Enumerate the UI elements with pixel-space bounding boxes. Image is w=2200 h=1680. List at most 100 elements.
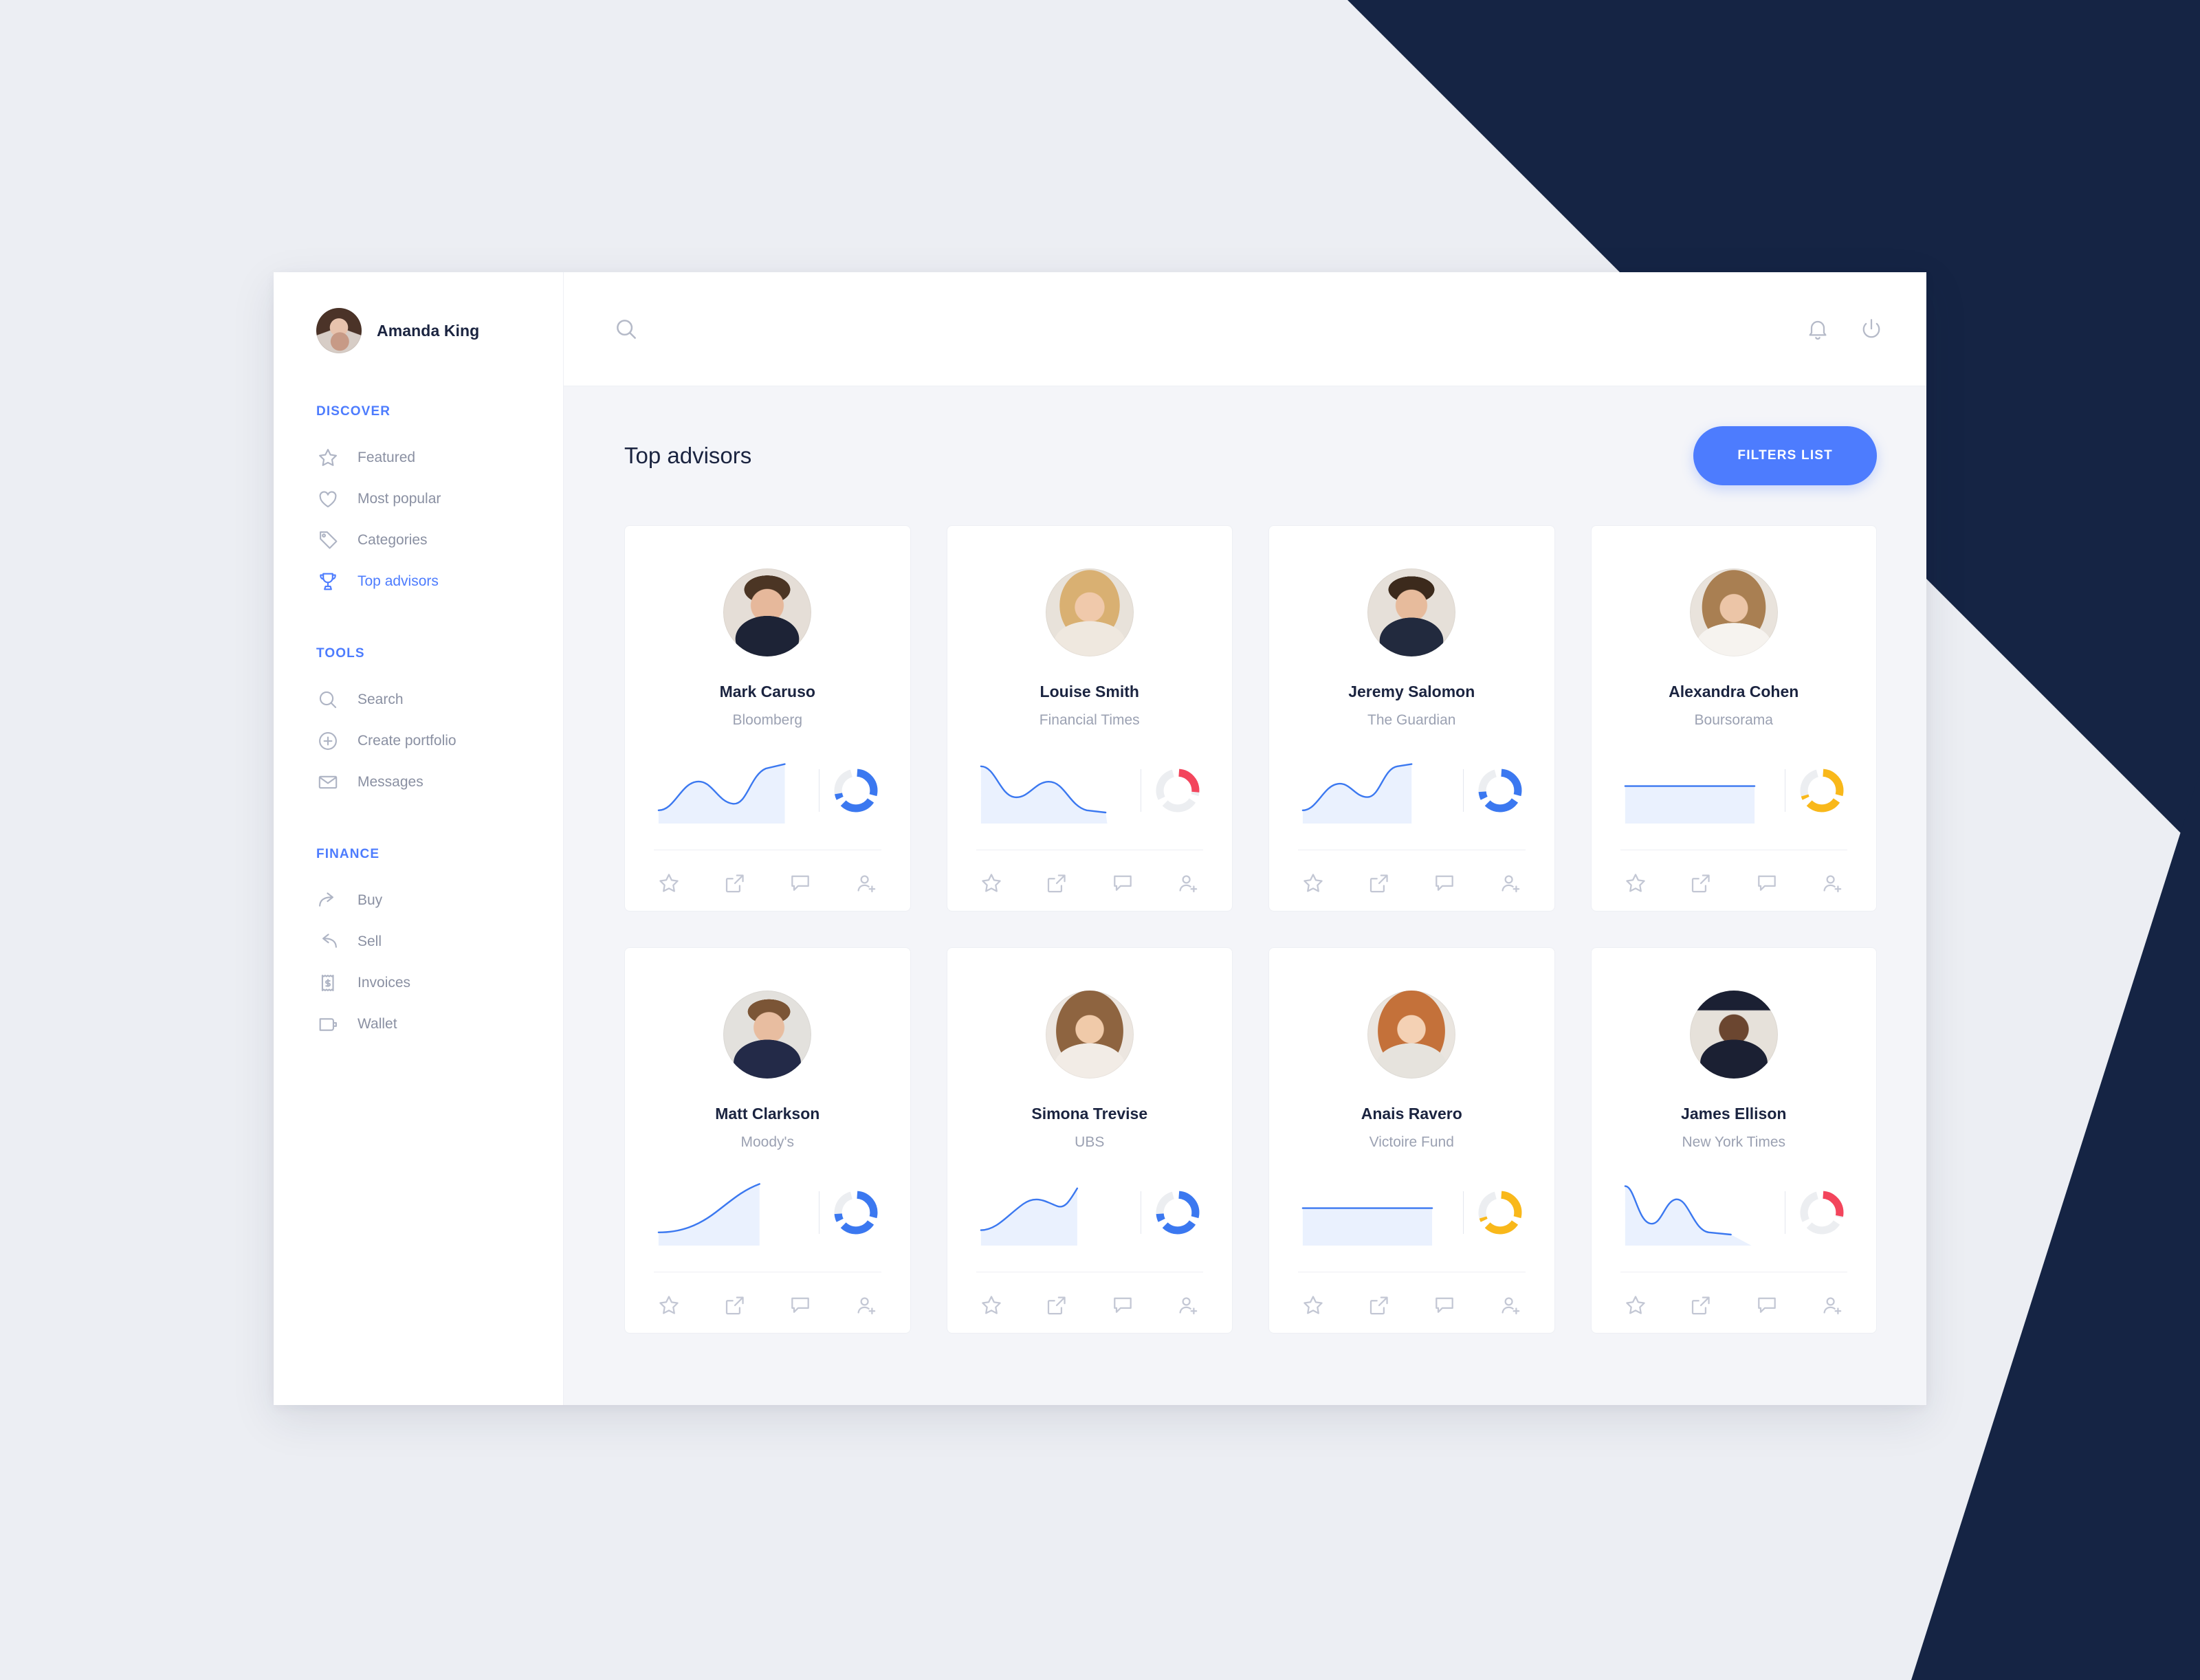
advisor-avatar — [723, 568, 812, 656]
comment-icon[interactable] — [788, 871, 813, 896]
main-area: Top advisors FILTERS LIST Mark Caruso Blo… — [564, 272, 1926, 1405]
add-person-icon[interactable] — [1820, 871, 1845, 896]
sidebar-group-tools: TOOLS Search Create portfolio Messages — [274, 646, 563, 803]
sidebar-item-label: Create portfolio — [358, 733, 456, 749]
sidebar-item-label: Top advisors — [358, 573, 439, 589]
star-icon[interactable] — [979, 871, 1004, 896]
comment-icon[interactable] — [1432, 871, 1457, 896]
advisor-avatar — [723, 991, 812, 1079]
comment-icon[interactable] — [1754, 1293, 1779, 1318]
advisor-name: Louise Smith — [1040, 683, 1139, 700]
advisor-metrics — [654, 758, 881, 824]
comment-icon[interactable] — [1754, 871, 1779, 896]
external-link-icon[interactable] — [1367, 1293, 1392, 1318]
advisor-card[interactable]: Mark Caruso Bloomberg — [624, 525, 911, 911]
sidebar-item-create-portfolio[interactable]: Create portfolio — [274, 720, 563, 762]
card-actions — [1620, 1272, 1848, 1318]
advisor-avatar — [1689, 991, 1778, 1079]
external-link-icon[interactable] — [1688, 1293, 1713, 1318]
sidebar-item-messages[interactable]: Messages — [274, 762, 563, 803]
topbar — [564, 272, 1926, 386]
comment-icon[interactable] — [1110, 871, 1135, 896]
advisor-card[interactable]: Anais Ravero Victoire Fund — [1268, 947, 1555, 1334]
donut-chart — [1475, 765, 1526, 816]
sidebar-profile[interactable]: Amanda King — [274, 308, 563, 353]
external-link-icon[interactable] — [723, 871, 747, 896]
content: Top advisors FILTERS LIST Mark Caruso Blo… — [564, 386, 1926, 1405]
sidebar-item-label: Messages — [358, 774, 424, 790]
advisor-card[interactable]: Louise Smith Financial Times — [946, 525, 1233, 911]
advisor-avatar — [1045, 991, 1134, 1079]
filters-list-button[interactable]: FILTERS LIST — [1693, 426, 1877, 485]
star-icon[interactable] — [657, 1293, 681, 1318]
advisor-name: Alexandra Cohen — [1669, 683, 1799, 700]
star-icon[interactable] — [1301, 1293, 1326, 1318]
add-person-icon[interactable] — [1498, 1293, 1523, 1318]
star-icon[interactable] — [1623, 871, 1648, 896]
advisor-card[interactable]: James Ellison New York Times — [1590, 947, 1877, 1334]
add-person-icon[interactable] — [854, 1293, 879, 1318]
comment-icon[interactable] — [788, 1293, 813, 1318]
sidebar-item-search[interactable]: Search — [274, 679, 563, 720]
star-icon[interactable] — [657, 871, 681, 896]
star-icon[interactable] — [979, 1293, 1004, 1318]
advisor-card[interactable]: Alexandra Cohen Boursorama — [1590, 525, 1877, 911]
advisor-organization: Victoire Fund — [1369, 1134, 1454, 1150]
add-person-icon[interactable] — [1176, 1293, 1200, 1318]
advisor-organization: UBS — [1075, 1134, 1105, 1150]
sidebar-item-featured[interactable]: Featured — [274, 437, 563, 478]
sidebar-group-finance: FINANCE Buy Sell Invoices Wallet — [274, 847, 563, 1045]
star-icon[interactable] — [1623, 1293, 1648, 1318]
advisor-name: Matt Clarkson — [715, 1105, 820, 1123]
sidebar-item-top-advisors[interactable]: Top advisors — [274, 561, 563, 602]
advisor-name: Anais Ravero — [1361, 1105, 1462, 1123]
advisor-organization: Moody's — [740, 1134, 795, 1150]
sidebar-item-wallet[interactable]: Wallet — [274, 1004, 563, 1045]
sidebar-item-buy[interactable]: Buy — [274, 880, 563, 921]
advisor-card[interactable]: Jeremy Salomon The Guardian — [1268, 525, 1555, 911]
external-link-icon[interactable] — [723, 1293, 747, 1318]
sidebar-group-title: FINANCE — [316, 847, 380, 861]
arrow-back-icon — [316, 930, 340, 953]
heart-icon — [316, 487, 340, 511]
add-person-icon[interactable] — [854, 871, 879, 896]
sidebar-item-categories[interactable]: Categories — [274, 520, 563, 561]
sidebar-item-label: Most popular — [358, 491, 441, 507]
sidebar-item-sell[interactable]: Sell — [274, 921, 563, 962]
external-link-icon[interactable] — [1044, 871, 1069, 896]
plus-circle-icon — [316, 729, 340, 753]
advisor-organization: Financial Times — [1039, 712, 1140, 728]
sidebar-group-title: TOOLS — [316, 646, 365, 661]
sidebar-item-most-popular[interactable]: Most popular — [274, 478, 563, 520]
advisor-organization: Bloomberg — [732, 712, 803, 728]
advisor-metrics — [1298, 758, 1526, 824]
external-link-icon[interactable] — [1367, 871, 1392, 896]
advisor-organization: New York Times — [1682, 1134, 1786, 1150]
add-person-icon[interactable] — [1498, 871, 1523, 896]
screenshot-root: Amanda King DISCOVER Featured Most popular… — [0, 0, 2200, 1680]
comment-icon[interactable] — [1432, 1293, 1457, 1318]
card-actions — [1298, 850, 1526, 896]
bell-icon[interactable] — [1805, 317, 1830, 342]
arrow-forward-icon — [316, 889, 340, 912]
add-person-icon[interactable] — [1176, 871, 1200, 896]
power-icon[interactable] — [1859, 317, 1884, 342]
comment-icon[interactable] — [1110, 1293, 1135, 1318]
card-actions — [654, 1272, 881, 1318]
sidebar-item-invoices[interactable]: Invoices — [274, 962, 563, 1004]
external-link-icon[interactable] — [1688, 871, 1713, 896]
advisor-card[interactable]: Matt Clarkson Moody's — [624, 947, 911, 1334]
metric-divider — [818, 1191, 820, 1234]
sparkline-chart — [1620, 758, 1779, 824]
donut-chart — [1796, 765, 1847, 816]
donut-chart — [1796, 1187, 1847, 1238]
sparkline-chart — [976, 758, 1134, 824]
metric-divider — [818, 769, 820, 812]
star-icon[interactable] — [1301, 871, 1326, 896]
search-input[interactable] — [656, 320, 1000, 338]
add-person-icon[interactable] — [1820, 1293, 1845, 1318]
search-icon[interactable] — [613, 316, 639, 342]
external-link-icon[interactable] — [1044, 1293, 1069, 1318]
advisor-card[interactable]: Simona Trevise UBS — [946, 947, 1233, 1334]
sidebar-item-label: Buy — [358, 892, 383, 908]
